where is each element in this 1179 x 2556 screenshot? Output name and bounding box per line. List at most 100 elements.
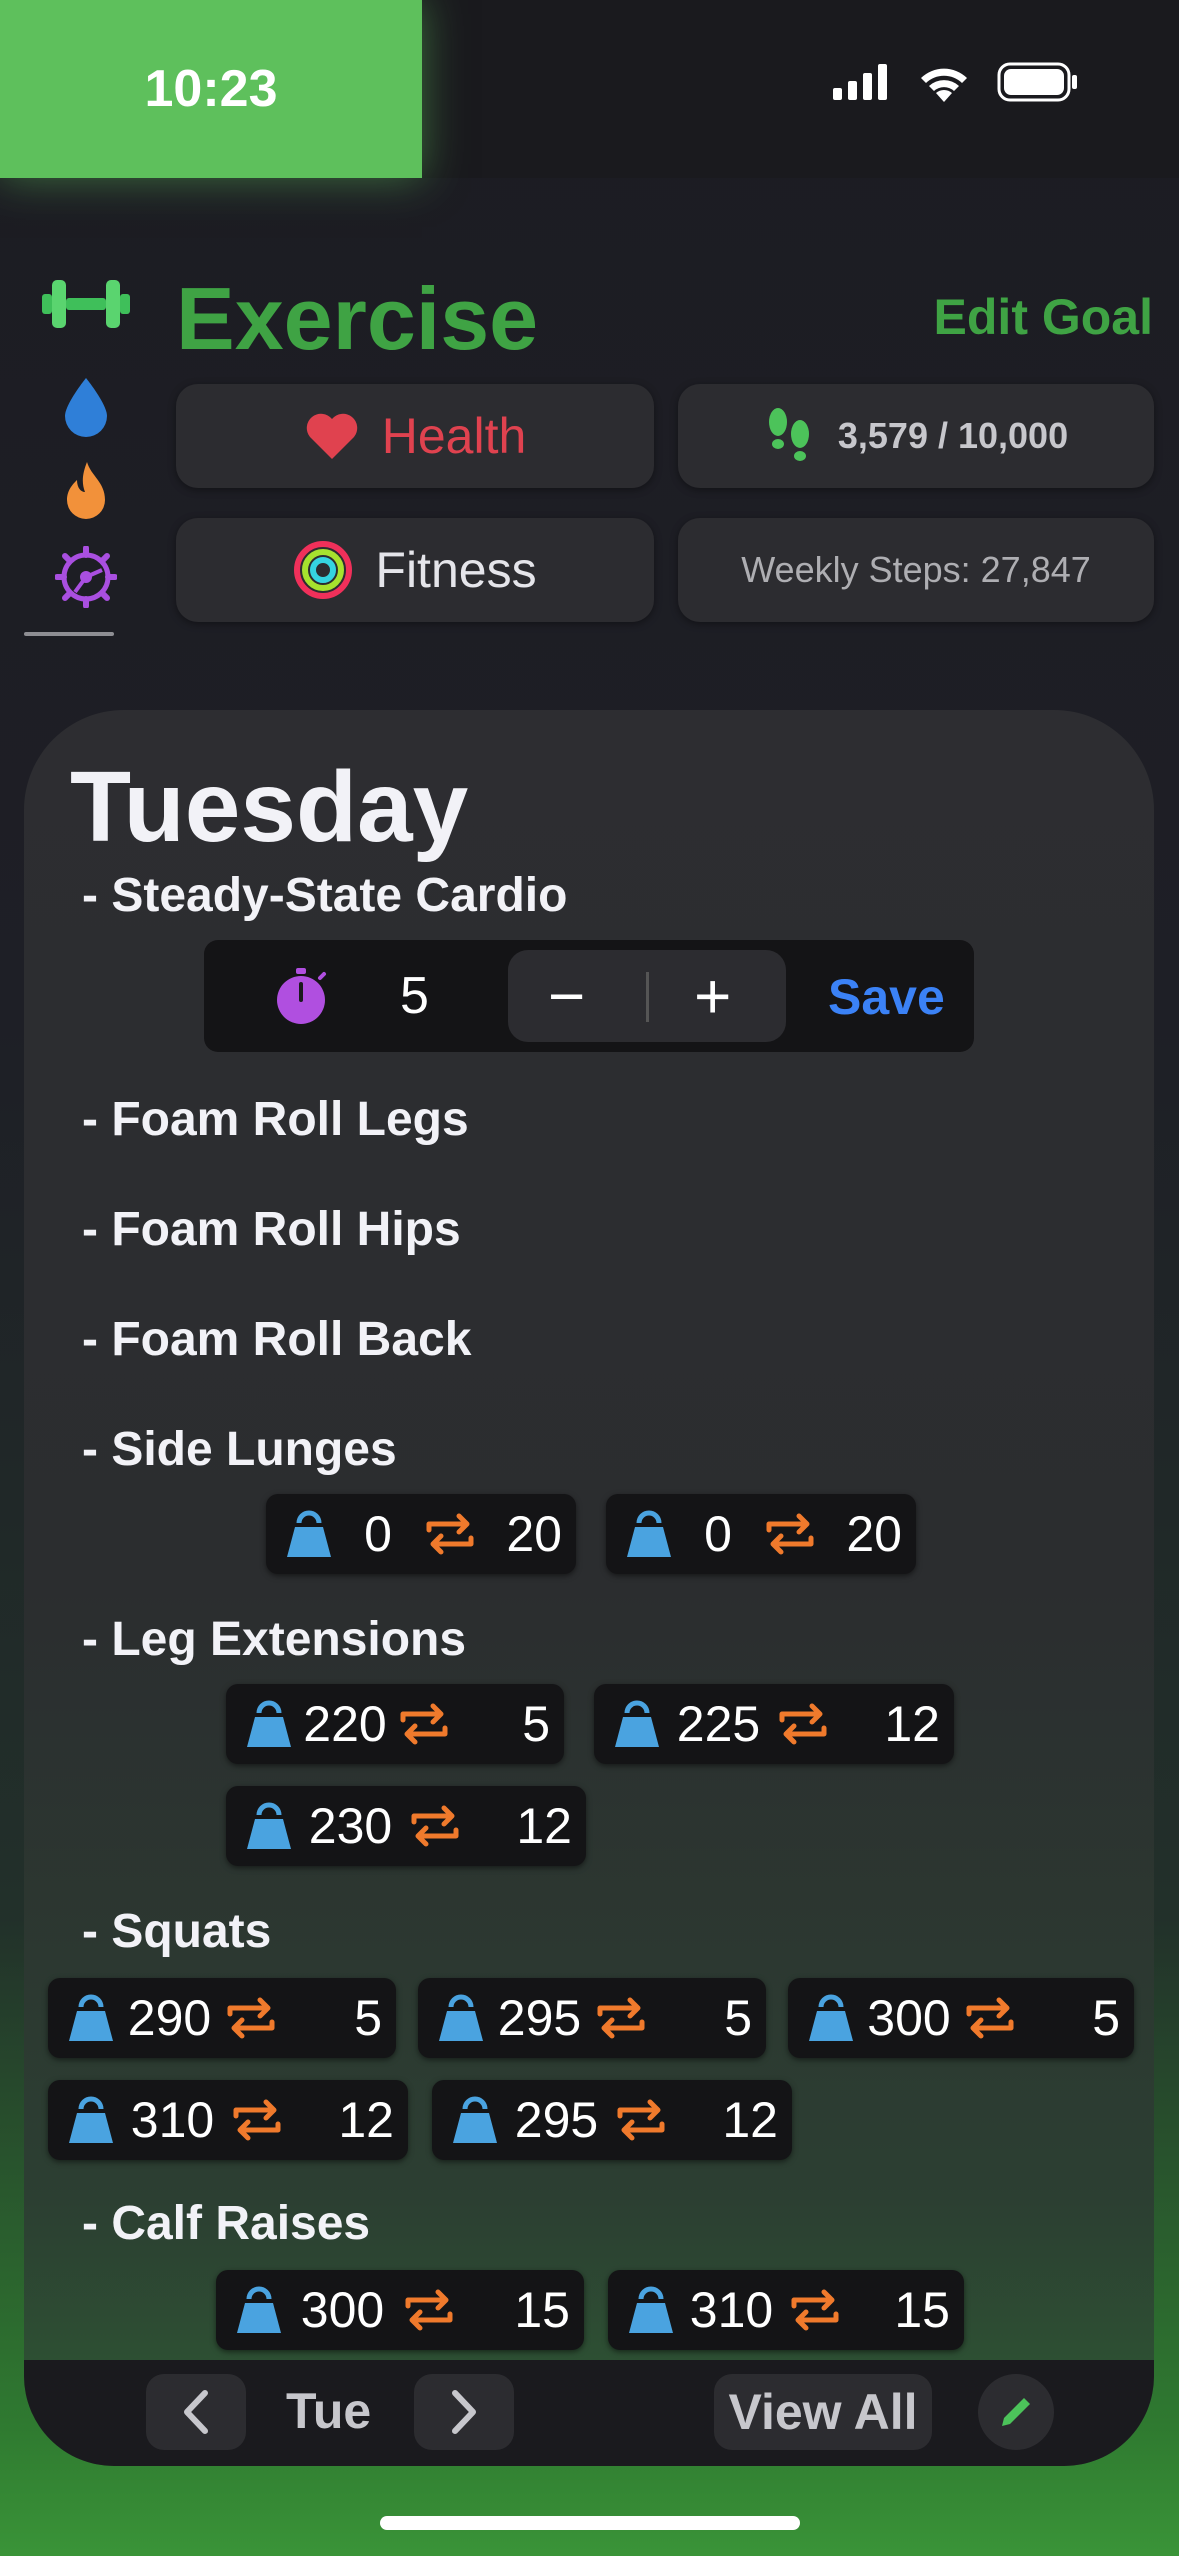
weekly-steps-pill[interactable]: Weekly Steps: 27,847 <box>678 518 1154 622</box>
previous-day-button[interactable] <box>146 2374 246 2450</box>
repeat-icon <box>225 2098 289 2142</box>
exercise-calf-raises[interactable]: - Calf Raises <box>82 2196 370 2251</box>
timer-value: 5 <box>400 967 429 1025</box>
set-reps: 5 <box>1092 1990 1120 2046</box>
kettlebell-icon <box>62 2095 120 2145</box>
day-title: Tuesday <box>70 751 469 863</box>
set-weight: 300 <box>867 1990 951 2046</box>
set-chip[interactable]: 310 15 <box>608 2270 964 2350</box>
steps-progress-button[interactable]: 3,579 / 10,000 <box>678 384 1154 488</box>
steps-label: 3,579 / 10,000 <box>837 415 1069 456</box>
set-chip[interactable]: 225 12 <box>594 1684 954 1764</box>
health-button[interactable]: Health <box>176 384 654 488</box>
health-label: Health <box>381 408 527 464</box>
set-reps: 12 <box>884 1696 940 1752</box>
current-day-label: Tue <box>286 2383 372 2439</box>
exercise-foam-roll-hips[interactable]: - Foam Roll Hips <box>82 1202 461 1257</box>
footprints-icon <box>768 408 809 461</box>
set-weight: 290 <box>127 1990 212 2046</box>
set-weight: 0 <box>704 1506 732 1562</box>
set-chip[interactable]: 295 12 <box>432 2080 792 2160</box>
water-drop-icon <box>65 378 107 437</box>
set-chip[interactable]: 0 20 <box>606 1494 916 1574</box>
repeat-icon <box>392 1702 456 1746</box>
kettlebell-icon <box>446 2095 504 2145</box>
set-weight: 295 <box>514 2092 599 2148</box>
edit-button[interactable] <box>978 2374 1054 2450</box>
set-chip[interactable]: 0 20 <box>266 1494 576 1574</box>
kettlebell-icon <box>230 2285 288 2335</box>
rail-item-water[interactable] <box>36 376 136 438</box>
repeat-icon <box>219 1996 283 2040</box>
weekly-steps-label: Weekly Steps: 27,847 <box>741 549 1091 590</box>
stopwatch-icon <box>272 966 330 1031</box>
repeat-icon <box>418 1512 482 1556</box>
repeat-icon <box>397 2288 461 2332</box>
set-reps: 5 <box>522 1696 550 1752</box>
set-reps: 20 <box>846 1506 902 1562</box>
repeat-icon <box>783 2288 847 2332</box>
set-chip[interactable]: 220 5 <box>226 1684 564 1764</box>
set-chip[interactable]: 300 15 <box>216 2270 584 2350</box>
kettlebell-icon <box>608 1699 666 1749</box>
cellular-signal-icon <box>833 64 887 100</box>
rail-item-settings[interactable] <box>36 546 136 608</box>
set-reps: 5 <box>724 1990 752 2046</box>
set-reps: 12 <box>516 1798 572 1854</box>
status-bar: 10:23 <box>0 0 1179 178</box>
chevron-right-icon <box>452 2390 476 2434</box>
set-reps: 15 <box>894 2282 950 2338</box>
repeat-icon <box>403 1804 467 1848</box>
kettlebell-icon <box>240 1801 298 1851</box>
rail-selection-indicator <box>24 632 114 636</box>
timer-stepper: − + <box>508 950 786 1042</box>
exercise-foam-roll-back[interactable]: - Foam Roll Back <box>82 1312 471 1367</box>
gear-icon <box>55 546 117 608</box>
save-button[interactable]: Save <box>828 968 945 1026</box>
rail-item-exercise[interactable] <box>36 272 136 336</box>
fitness-label: Fitness <box>375 542 537 598</box>
kettlebell-icon <box>622 2285 680 2335</box>
set-chip[interactable]: 310 12 <box>48 2080 408 2160</box>
exercise-foam-roll-legs[interactable]: - Foam Roll Legs <box>82 1092 469 1147</box>
set-weight: 230 <box>308 1798 393 1854</box>
dumbbell-icon <box>42 280 130 328</box>
set-weight: 0 <box>364 1506 392 1562</box>
battery-icon <box>997 62 1077 102</box>
repeat-icon <box>771 1702 835 1746</box>
exercise-side-lunges[interactable]: - Side Lunges <box>82 1422 397 1477</box>
heart-icon <box>306 413 357 459</box>
page-title: Exercise <box>176 269 539 368</box>
set-reps: 12 <box>722 2092 778 2148</box>
repeat-icon <box>958 1996 1022 2040</box>
exercise-steady-state-cardio[interactable]: - Steady-State Cardio <box>82 868 567 923</box>
fitness-button[interactable]: Fitness <box>176 518 654 622</box>
home-indicator[interactable] <box>380 2516 800 2530</box>
rail-item-calories[interactable] <box>36 460 136 524</box>
repeat-icon <box>609 2098 673 2142</box>
increment-button[interactable]: + <box>694 960 731 1032</box>
set-reps: 15 <box>514 2282 570 2338</box>
kettlebell-icon <box>240 1699 298 1749</box>
kettlebell-icon <box>62 1993 120 2043</box>
set-chip[interactable]: 295 5 <box>418 1978 766 2058</box>
stepper-divider <box>646 972 649 1022</box>
timer-editor: 5 − + Save <box>204 940 974 1052</box>
kettlebell-icon <box>802 1993 860 2043</box>
exercise-leg-extensions[interactable]: - Leg Extensions <box>82 1612 466 1667</box>
view-all-button[interactable]: View All <box>714 2374 932 2450</box>
chevron-left-icon <box>184 2390 208 2434</box>
set-weight: 295 <box>497 1990 582 2046</box>
wifi-icon <box>921 68 967 102</box>
set-chip[interactable]: 300 5 <box>788 1978 1134 2058</box>
set-weight: 220 <box>303 1696 387 1752</box>
next-day-button[interactable] <box>414 2374 514 2450</box>
edit-goal-button[interactable]: Edit Goal <box>934 288 1153 346</box>
exercise-squats[interactable]: - Squats <box>82 1904 271 1959</box>
set-weight: 310 <box>689 2282 774 2338</box>
set-chip[interactable]: 230 12 <box>226 1786 586 1866</box>
pencil-icon <box>1002 2398 1030 2426</box>
set-reps: 12 <box>338 2092 394 2148</box>
decrement-button[interactable]: − <box>548 960 585 1032</box>
set-chip[interactable]: 290 5 <box>48 1978 396 2058</box>
